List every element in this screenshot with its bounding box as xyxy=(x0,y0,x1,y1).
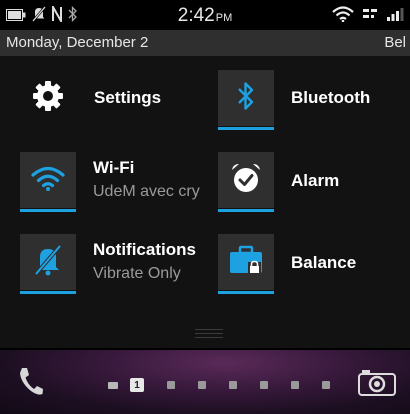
alarm-label: Alarm xyxy=(291,171,340,190)
carrier-label: Bel xyxy=(384,34,406,51)
envelope-icon xyxy=(108,381,118,389)
page-dot xyxy=(322,381,330,389)
bluetooth-tile[interactable]: Bluetooth xyxy=(218,70,398,130)
settings-tile[interactable]: Settings xyxy=(20,70,200,126)
page-dot xyxy=(260,381,268,389)
page-dot xyxy=(167,381,175,389)
status-right-icons xyxy=(332,6,404,27)
signal-icon xyxy=(386,7,404,26)
message-count-badge: 1 xyxy=(130,378,144,392)
page-dot xyxy=(229,381,237,389)
alarm-icon-box xyxy=(218,152,274,212)
status-bar: 2:42PM xyxy=(0,0,410,30)
page-dot xyxy=(291,381,299,389)
camera-icon[interactable] xyxy=(358,368,396,401)
settings-icon-box xyxy=(20,70,76,126)
wifi-label: Wi-Fi xyxy=(93,158,135,177)
notifications-icon-box xyxy=(20,234,76,294)
bluetooth-icon-box xyxy=(218,70,274,130)
settings-label: Settings xyxy=(94,88,162,107)
clock-ampm: PM xyxy=(215,12,233,24)
wifi-icon xyxy=(332,6,354,27)
notifications-mode: Vibrate Only xyxy=(93,265,181,282)
bluetooth-icon xyxy=(237,81,255,116)
balance-tile[interactable]: Balance xyxy=(218,234,398,294)
bluetooth-label: Bluetooth xyxy=(291,88,371,107)
notifications-tile[interactable]: Notifications Vibrate Only xyxy=(20,234,210,294)
date-bar: Monday, December 2 Bel xyxy=(0,30,410,56)
notifications-label: Notifications xyxy=(93,240,196,259)
wifi-network-name: UdeM avec cry xyxy=(93,183,200,200)
alarm-clock-icon xyxy=(229,161,263,200)
wifi-tile[interactable]: Wi-Fi UdeM avec cry xyxy=(20,152,210,212)
balance-label: Balance xyxy=(291,253,357,272)
clock-time: 2:42 xyxy=(177,5,215,26)
phone-icon[interactable] xyxy=(18,366,44,401)
alarm-tile[interactable]: Alarm xyxy=(218,152,398,212)
briefcase-lock-icon xyxy=(228,244,264,281)
balance-icon-box xyxy=(218,234,274,294)
bottom-dock: 1 xyxy=(0,350,410,414)
muted-bell-icon xyxy=(33,244,63,281)
gear-icon xyxy=(31,79,65,118)
panel-drag-handle[interactable] xyxy=(195,329,223,339)
quick-settings-panel: Settings Bluetooth Wi-Fi UdeM avec cry A… xyxy=(0,56,410,348)
hub-indicators[interactable]: 1 xyxy=(108,378,353,392)
data-icon xyxy=(362,7,378,26)
page-dot xyxy=(198,381,206,389)
wifi-icon xyxy=(31,165,65,196)
date-label: Monday, December 2 xyxy=(6,34,149,51)
wifi-icon-box xyxy=(20,152,76,212)
